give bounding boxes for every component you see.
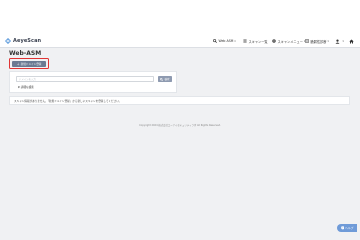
help-label: ヘルプ <box>345 226 354 230</box>
brand-name: AeyeScan <box>13 38 42 44</box>
search-button-label: 検索 <box>164 78 170 81</box>
nav-product-menu[interactable]: Web ASM ▾ <box>213 37 236 45</box>
nav-product-label: Web ASM <box>218 39 234 43</box>
nav-scan-list-label: スキャン一覧 <box>248 39 268 44</box>
magnifier-icon <box>213 39 217 43</box>
domain-search-input[interactable] <box>16 76 154 82</box>
plus-icon: ＋ <box>16 62 20 66</box>
detail-search-label: 詳細な検索 <box>20 86 34 89</box>
search-button[interactable]: 検索 <box>158 76 172 82</box>
chevron-down-icon: ▾ <box>327 39 329 43</box>
detail-search-toggle[interactable]: ▼ 詳細な検索 <box>18 85 34 90</box>
brand-logo[interactable]: AeyeScan <box>5 37 41 45</box>
aeyescan-logo-icon <box>5 38 11 44</box>
chevron-down-icon: ▾ <box>342 39 344 43</box>
user-icon <box>335 39 340 44</box>
nav-reports-label: 脆弱性診断 <box>310 39 327 44</box>
gear-icon <box>272 39 276 43</box>
search-panel: 検索 ▼ 詳細な検索 <box>9 71 177 93</box>
nav-scan-menu-label: スキャンメニュー <box>277 39 303 44</box>
nav-home[interactable] <box>349 37 356 45</box>
add-domain-button[interactable]: ＋ 新規ドメイン登録 <box>12 61 46 67</box>
add-domain-label: 新規ドメイン登録 <box>20 63 42 66</box>
nav-scan-menu[interactable]: スキャンメニュー ▾ <box>272 37 305 45</box>
question-icon: ? <box>340 226 344 230</box>
page-title: Web-ASM <box>9 50 42 57</box>
chevron-down-icon: ▾ <box>234 39 236 43</box>
nav-user-menu[interactable]: ▾ <box>335 37 344 45</box>
help-button[interactable]: ? ヘルプ <box>337 224 357 232</box>
caret-down-icon: ▼ <box>18 85 20 89</box>
search-icon <box>160 77 164 81</box>
home-icon <box>349 39 354 43</box>
report-icon <box>305 39 309 43</box>
list-icon <box>243 39 247 43</box>
empty-state-message: スキャン情報がありません。「新規ドメイン登録」から新しいスキャンを登録してくださ… <box>9 96 350 105</box>
top-header: AeyeScan Web ASM ▾ スキャン一覧 スキャンメニュー ▾ 脆弱性… <box>0 0 360 48</box>
nav-reports[interactable]: 脆弱性診断 ▾ <box>305 37 329 45</box>
nav-scan-list[interactable]: スキャン一覧 <box>243 37 268 45</box>
copyright-footer: Copyright 2024 株式会社エーアイセキュリティラボ All Righ… <box>139 124 221 127</box>
empty-state-text: スキャン情報がありません。「新規ドメイン登録」から新しいスキャンを登録してくださ… <box>14 99 122 103</box>
